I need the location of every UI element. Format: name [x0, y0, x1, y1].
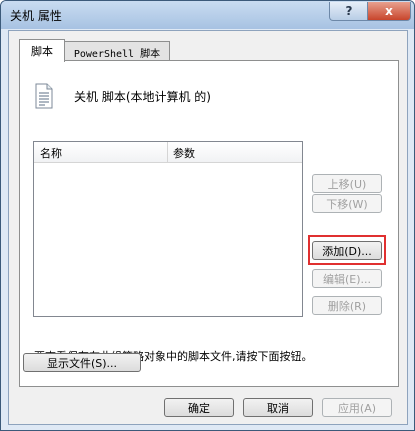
edit-button[interactable]: 编辑(E)...	[312, 269, 382, 288]
show-files-button[interactable]: 显示文件(S)...	[23, 353, 141, 372]
column-divider[interactable]	[167, 142, 168, 162]
tab-scripts[interactable]: 脚本	[19, 39, 65, 62]
apply-button[interactable]: 应用(A)	[322, 398, 392, 417]
delete-button[interactable]: 删除(R)	[312, 296, 382, 315]
title-bar[interactable]: 关机 属性 ? x	[1, 1, 414, 29]
tab-powershell-scripts[interactable]: PowerShell 脚本	[64, 41, 170, 62]
close-button[interactable]: x	[367, 2, 411, 21]
move-down-button[interactable]: 下移(W)	[312, 194, 382, 213]
tab-panel: 关机 脚本(本地计算机 的) 名称 参数 上移(U) 下移(W) 添加(D)..…	[19, 60, 399, 387]
script-list[interactable]: 名称 参数	[33, 141, 303, 317]
help-button[interactable]: ?	[329, 2, 369, 21]
dialog-client-area: 脚本 PowerShell 脚本 关机 脚本(本地计算机 的) 名称 参数 上移…	[8, 30, 408, 425]
column-header-parameters[interactable]: 参数	[173, 145, 195, 161]
column-header-name[interactable]: 名称	[40, 145, 62, 161]
script-heading: 关机 脚本(本地计算机 的)	[74, 90, 211, 104]
window-title: 关机 属性	[10, 9, 62, 23]
properties-window: 关机 属性 ? x 脚本 PowerShell 脚本 关机 脚本(本地计算机 的…	[0, 0, 415, 431]
cancel-button[interactable]: 取消	[243, 398, 313, 417]
add-button[interactable]: 添加(D)...	[312, 241, 382, 260]
script-file-icon	[35, 83, 53, 109]
move-up-button[interactable]: 上移(U)	[312, 174, 382, 193]
list-header: 名称 参数	[34, 142, 302, 163]
ok-button[interactable]: 确定	[164, 398, 234, 417]
